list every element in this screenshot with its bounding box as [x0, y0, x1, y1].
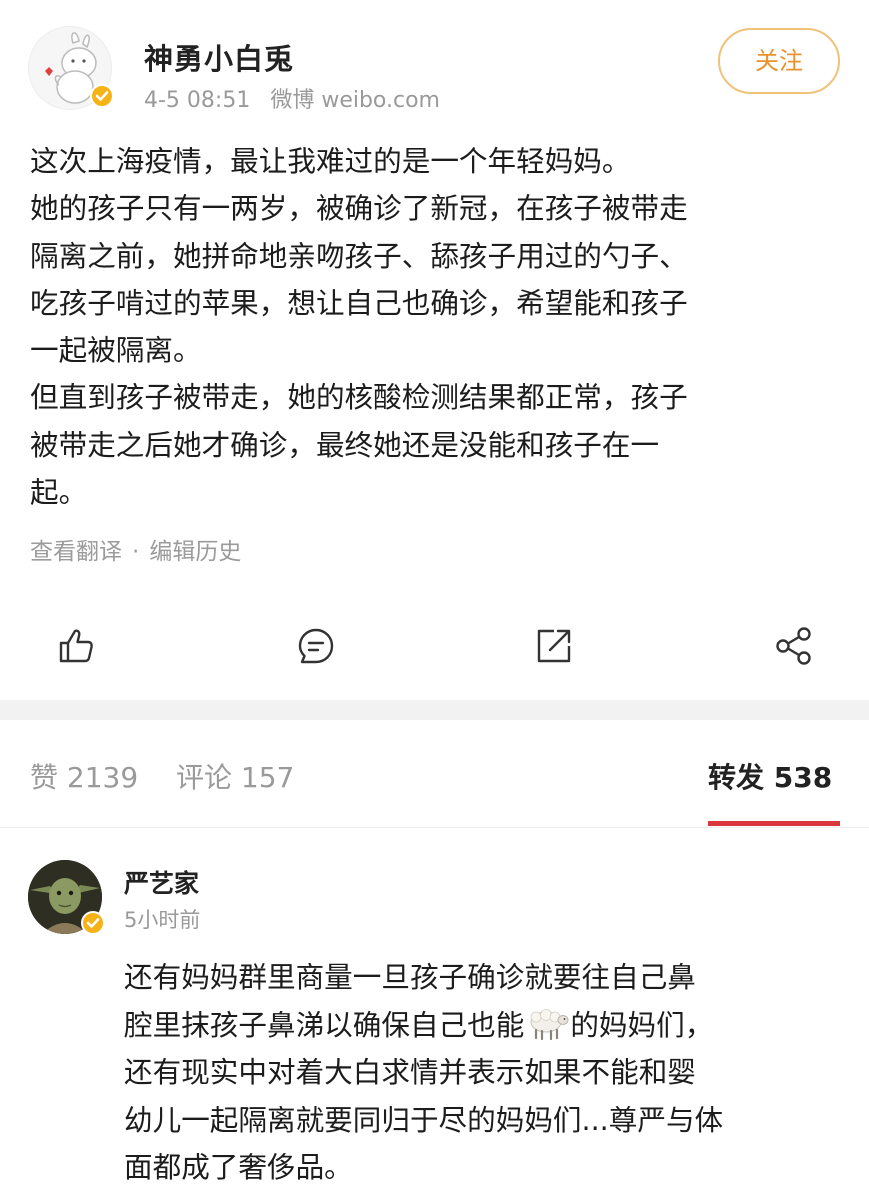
comment-time: 5小时前 — [124, 908, 201, 932]
follow-button[interactable]: 关注 — [718, 28, 840, 94]
section-divider — [0, 700, 869, 720]
post-text-line: 吃孩子啃过的苹果，想让自己也确诊，希望能和孩子 — [30, 285, 688, 320]
post-source: 微博 weibo.com — [270, 88, 440, 113]
author-avatar[interactable] — [28, 26, 114, 110]
post-header: 神勇小白兎 4-5 08:51 微博 weibo.com 关注 — [0, 0, 869, 130]
tab-comments[interactable]: 评论 157 — [176, 756, 294, 796]
author-name[interactable]: 神勇小白兎 — [144, 36, 294, 78]
action-bar — [0, 620, 869, 676]
verified-badge-icon — [81, 911, 105, 935]
comment-text-line: 还有现实中对着大白求情并表示如果不能和婴 — [124, 1055, 696, 1089]
post-text-line: 但直到孩子被带走，她的核酸检测结果都正常，孩子 — [30, 380, 688, 415]
edit-history-link[interactable]: 编辑历史 — [149, 539, 241, 565]
share-icon — [776, 627, 811, 665]
post-text-line: 被带走之后她才确诊，最终她还是没能和孩子在一 — [30, 427, 660, 462]
verified-badge-icon — [90, 84, 114, 108]
interaction-tabs: 赞 2139 评论 157 转发 538 — [0, 720, 869, 828]
comment-text-segment: 的妈妈们， — [570, 1007, 714, 1042]
repost-icon — [537, 629, 571, 663]
repost-button[interactable] — [534, 626, 574, 666]
active-tab-indicator — [708, 821, 840, 826]
commenter-avatar[interactable] — [28, 860, 105, 935]
post-time: 4-5 08:51 — [144, 88, 251, 113]
sheep-emoji-icon — [524, 1007, 570, 1041]
tab-reposts[interactable]: 转发 538 — [708, 756, 832, 796]
share-button[interactable] — [774, 626, 814, 666]
post-text-line: 起。 — [30, 475, 88, 510]
comment-text-line: 腔里抹孩子鼻涕以确保自己也能 的妈妈们， — [124, 1002, 844, 1050]
post-text: 这次上海疫情，最让我难过的是一个年轻妈妈。 她的孩子只有一两岁，被确诊了新冠，在… — [30, 138, 840, 516]
tab-likes[interactable]: 赞 2139 — [30, 756, 138, 796]
like-button[interactable] — [56, 626, 96, 666]
post-text-line: 一起被隔离。 — [30, 333, 202, 368]
comment-button[interactable] — [296, 626, 336, 666]
comment-text: 还有妈妈群里商量一旦孩子确诊就要往自己鼻 腔里抹孩子鼻涕以确保自己也能 的妈妈们… — [124, 954, 844, 1192]
comment-icon — [298, 628, 334, 664]
post-links: 查看翻译 · 编辑历史 — [30, 532, 241, 566]
link-separator: · — [132, 539, 140, 565]
post-text-line: 这次上海疫情，最让我难过的是一个年轻妈妈。 — [30, 144, 631, 178]
comment-text-segment: 腔里抹孩子鼻涕以确保自己也能 — [124, 1007, 525, 1042]
post-text-line: 隔离之前，她拼命地亲吻孩子、舔孩子用过的勺子、 — [30, 238, 688, 273]
comment-text-line: 还有妈妈群里商量一旦孩子确诊就要往自己鼻 — [124, 960, 696, 994]
post-meta: 4-5 08:51 微博 weibo.com — [144, 82, 440, 114]
thumbs-up-icon — [59, 629, 93, 663]
comment-text-line: 面都成了奢侈品。 — [124, 1150, 353, 1184]
repost-item: 严艺家 5小时前 还有妈妈群里商量一旦孩子确诊就要往自己鼻 腔里抹孩子鼻涕以确保… — [0, 840, 869, 1200]
translate-link[interactable]: 查看翻译 — [30, 539, 122, 565]
comment-text-line: 幼儿一起隔离就要同归于尽的妈妈们...尊严与体 — [124, 1102, 724, 1137]
commenter-name[interactable]: 严艺家 — [124, 864, 199, 900]
post-text-line: 她的孩子只有一两岁，被确诊了新冠，在孩子被带走 — [30, 191, 688, 226]
